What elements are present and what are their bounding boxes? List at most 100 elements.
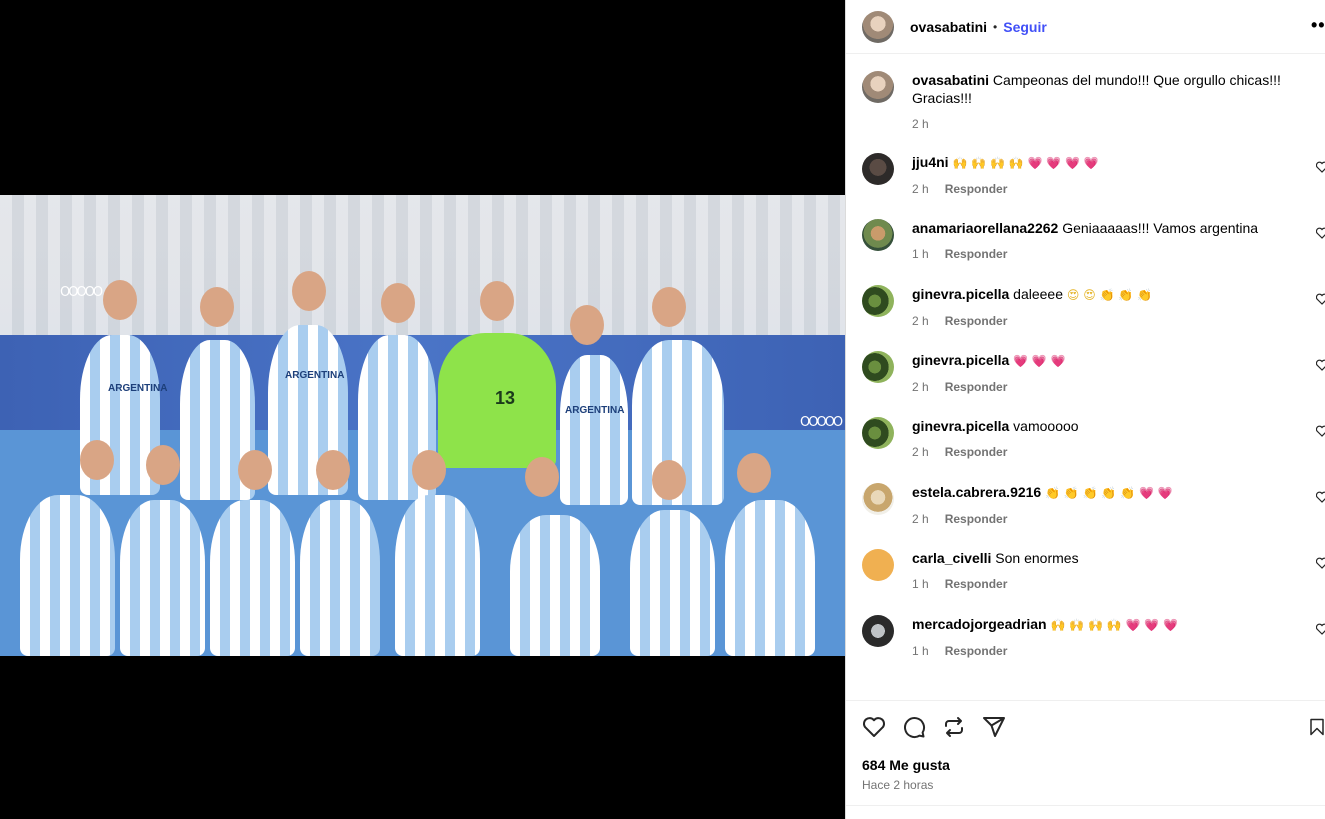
post-header: ovasabatini • Seguir •••	[846, 0, 1325, 54]
comment-username[interactable]: estela.cabrera.9216	[912, 484, 1041, 500]
player-figure	[20, 495, 115, 656]
avatar[interactable]	[862, 549, 894, 581]
player-figure	[300, 500, 380, 656]
comment-item: ginevra.picella 💗 💗 💗 2 h Responder	[862, 351, 1325, 396]
comment-time: 1 h	[912, 577, 929, 591]
reply-button[interactable]: Responder	[945, 443, 1008, 461]
player-head	[480, 281, 514, 321]
comment-text: vamooooo	[1013, 418, 1079, 434]
player-head	[146, 445, 180, 485]
comment-time: 2 h	[912, 445, 929, 459]
comment-username[interactable]: mercadojorgeadrian	[912, 616, 1047, 632]
olympic-rings-logo: OOOOO	[60, 285, 103, 300]
comment-username[interactable]: carla_civelli	[912, 550, 991, 566]
player-figure	[510, 515, 600, 656]
avatar[interactable]	[862, 351, 894, 383]
avatar[interactable]	[862, 219, 894, 251]
like-comment-icon[interactable]	[1316, 293, 1325, 305]
repost-icon[interactable]	[942, 715, 966, 739]
player-head	[570, 305, 604, 345]
avatar[interactable]	[862, 71, 894, 103]
caption-time: 2 h	[912, 117, 929, 131]
comment-icon[interactable]	[902, 715, 926, 739]
player-head	[652, 287, 686, 327]
reply-button[interactable]: Responder	[945, 642, 1008, 660]
like-comment-icon[interactable]	[1316, 623, 1325, 635]
avatar[interactable]	[862, 285, 894, 317]
comment-emoji: 👏 👏 👏 👏 👏	[1045, 486, 1136, 500]
comment-text: Geniaaaaas!!! Vamos argentina	[1062, 220, 1259, 236]
comment-emoji: 💗 💗 💗 💗	[1027, 156, 1099, 170]
avatar[interactable]	[862, 615, 894, 647]
player-figure	[725, 500, 815, 656]
player-figure	[630, 510, 715, 656]
avatar[interactable]	[862, 10, 894, 43]
comment-emoji: 🙌 🙌 🙌 🙌	[1050, 618, 1122, 632]
comment-time: 2 h	[912, 182, 929, 196]
follow-button[interactable]: Seguir	[1003, 19, 1047, 35]
comment-item: jju4ni 🙌 🙌 🙌 🙌 💗 💗 💗 💗 2 h Responder	[862, 153, 1325, 198]
comment-time: 1 h	[912, 247, 929, 261]
reply-button[interactable]: Responder	[945, 378, 1008, 396]
reply-button[interactable]: Responder	[945, 180, 1008, 198]
player-head	[316, 450, 350, 490]
post-photo[interactable]: OOOOO OOOOO ARGENTINA ARGENTINA ARGENTIN…	[0, 195, 845, 656]
comment-time: 1 h	[912, 644, 929, 658]
media-viewer: OOOOO OOOOO ARGENTINA ARGENTINA ARGENTIN…	[0, 0, 845, 819]
divider	[846, 805, 1325, 806]
player-head	[80, 440, 114, 480]
comment-username[interactable]: ginevra.picella	[912, 352, 1009, 368]
comment-username[interactable]: anamariaorellana2262	[912, 220, 1058, 236]
reply-button[interactable]: Responder	[945, 245, 1008, 263]
like-comment-icon[interactable]	[1316, 161, 1325, 173]
caption-username[interactable]: ovasabatini	[912, 72, 989, 88]
keeper-number: 13	[495, 388, 516, 408]
more-options-icon[interactable]: •••	[1311, 15, 1325, 36]
reply-button[interactable]: Responder	[945, 575, 1008, 593]
player-head	[238, 450, 272, 490]
comment-emoji: 🙌 🙌 🙌 🙌	[952, 156, 1024, 170]
comment-text: daleeee	[1013, 286, 1063, 302]
post-actions: 684 Me gusta Hace 2 horas	[846, 700, 1325, 819]
comment-time: 2 h	[912, 380, 929, 394]
heart-icon[interactable]	[862, 715, 886, 739]
comment-username[interactable]: jju4ni	[912, 154, 949, 170]
like-comment-icon[interactable]	[1316, 227, 1325, 239]
comment-item: carla_civelli Son enormes 1 h Responder	[862, 549, 1325, 593]
like-count[interactable]: 684 Me gusta	[862, 757, 950, 773]
reply-button[interactable]: Responder	[945, 510, 1008, 528]
bookmark-icon[interactable]	[1308, 715, 1325, 739]
jersey-text: ARGENTINA	[285, 370, 345, 381]
comment-item: ginevra.picella daleeee 😍 😍 👏 👏 👏 2 h Re…	[862, 285, 1325, 330]
comment-time: 2 h	[912, 512, 929, 526]
olympic-rings-logo: OOOOO	[800, 415, 843, 430]
player-head	[381, 283, 415, 323]
comment-username[interactable]: ginevra.picella	[912, 418, 1009, 434]
player-head	[525, 457, 559, 497]
reply-button[interactable]: Responder	[945, 312, 1008, 330]
comments-list[interactable]: ovasabatini Campeonas del mundo!!! Que o…	[846, 55, 1325, 700]
comment-emoji: 😍 😍 👏 👏 👏	[1066, 288, 1152, 302]
player-head	[737, 453, 771, 493]
comment-item: anamariaorellana2262 Geniaaaaas!!! Vamos…	[862, 219, 1325, 263]
comment-text: Son enormes	[995, 550, 1079, 566]
avatar[interactable]	[862, 153, 894, 185]
post-side-panel: ovasabatini • Seguir ••• ovasabatini Cam…	[845, 0, 1325, 819]
player-head	[292, 271, 326, 311]
share-icon[interactable]	[982, 715, 1006, 739]
jersey-text: ARGENTINA	[565, 405, 625, 416]
like-comment-icon[interactable]	[1316, 491, 1325, 503]
jersey-text: ARGENTINA	[108, 383, 168, 394]
comment-time: 2 h	[912, 314, 929, 328]
like-comment-icon[interactable]	[1316, 359, 1325, 371]
avatar[interactable]	[862, 483, 894, 515]
author-username[interactable]: ovasabatini	[910, 19, 987, 35]
post-timestamp[interactable]: Hace 2 horas	[862, 778, 933, 792]
comment-username[interactable]: ginevra.picella	[912, 286, 1009, 302]
like-comment-icon[interactable]	[1316, 557, 1325, 569]
post-caption: ovasabatini Campeonas del mundo!!! Que o…	[862, 71, 1322, 133]
like-comment-icon[interactable]	[1316, 425, 1325, 437]
comment-emoji: 💗 💗	[1138, 486, 1173, 500]
avatar[interactable]	[862, 417, 894, 449]
comment-item: estela.cabrera.9216 👏 👏 👏 👏 👏 💗 💗 2 h Re…	[862, 483, 1325, 528]
